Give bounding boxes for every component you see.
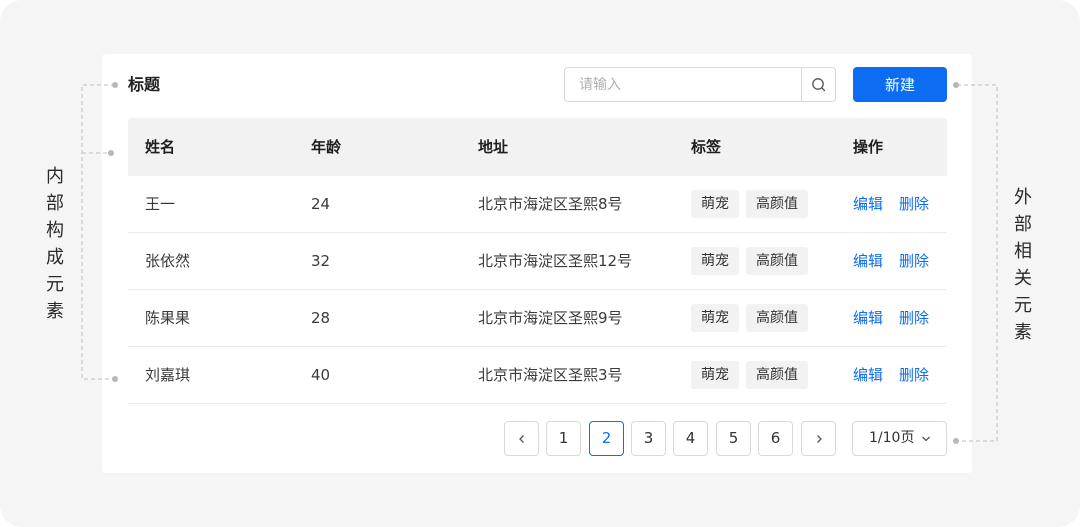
connector-dot — [112, 376, 118, 382]
connector-dot — [112, 82, 118, 88]
annotation-connectors — [81, 84, 998, 442]
annotation-external-elements: 外部相关元素 — [1014, 187, 1032, 343]
connector-dot — [953, 82, 959, 88]
connector-dot — [108, 150, 114, 156]
connector-dot — [953, 438, 959, 444]
annotation-internal-elements: 内部构成元素 — [46, 166, 64, 322]
